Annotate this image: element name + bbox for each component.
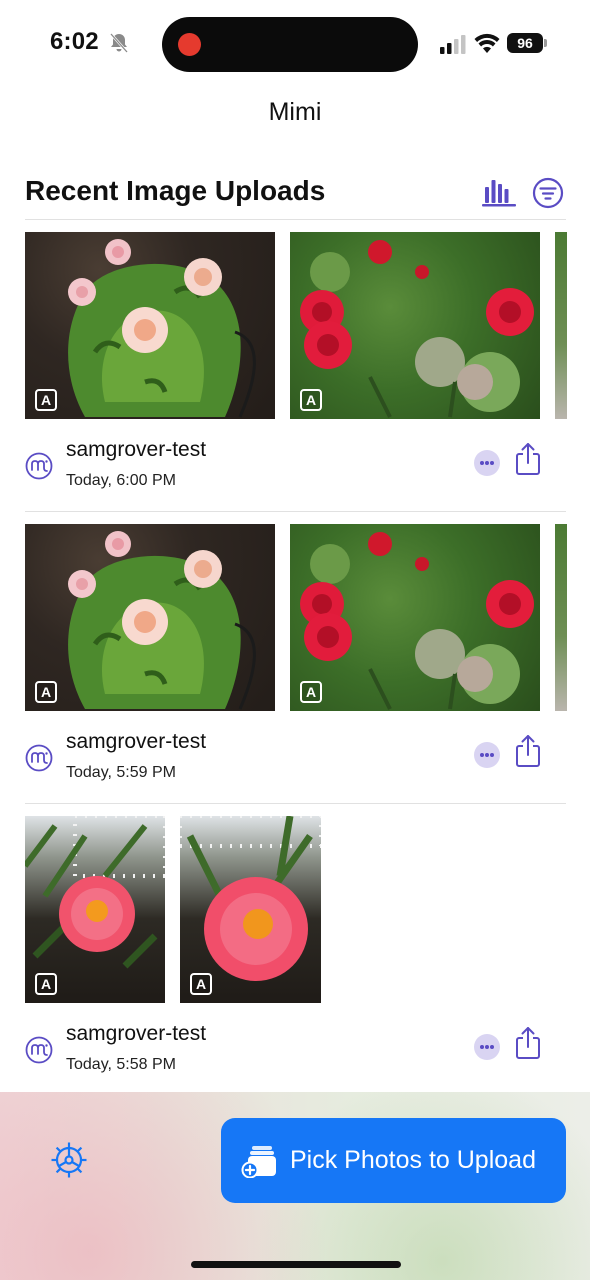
status-time: 6:02 [50, 28, 99, 55]
ai-badge-icon: A [35, 389, 57, 411]
upload-entry: samgrover-test Today, 5:59 PM [25, 730, 566, 810]
home-indicator[interactable] [191, 1261, 401, 1268]
upload-username: samgrover-test [66, 1022, 207, 1045]
wifi-icon [474, 33, 500, 53]
battery-level: 96 [507, 33, 543, 53]
mimi-logo-icon [25, 744, 53, 772]
photo-thumbnail-partial[interactable] [555, 524, 567, 711]
photo-strip[interactable]: A A [25, 816, 590, 1003]
upload-entry: samgrover-test Today, 6:00 PM [25, 438, 566, 518]
recording-indicator [178, 33, 201, 56]
cellular-signal-icon [440, 35, 466, 54]
section-title: Recent Image Uploads [25, 175, 326, 206]
gear-icon[interactable] [50, 1141, 88, 1179]
upload-date: Today, 5:59 PM [66, 764, 176, 781]
photo-thumbnail-peony[interactable]: A [25, 816, 165, 1003]
photo-thumbnail-roses-red[interactable]: A [290, 524, 540, 711]
bell-slash-icon [110, 33, 128, 53]
ai-badge-icon: A [35, 973, 57, 995]
more-options-button[interactable] [474, 742, 500, 768]
photo-strip[interactable]: A A [25, 232, 590, 419]
app-title: Mimi [268, 98, 322, 126]
mimi-logo-icon [25, 1036, 53, 1064]
upload-username: samgrover-test [66, 730, 207, 753]
photo-strip[interactable]: A A [25, 524, 590, 711]
ai-badge-icon: A [190, 973, 212, 995]
rose-bush-red-image [300, 240, 534, 418]
more-options-button[interactable] [474, 1034, 500, 1060]
upload-button-label: Pick Photos to Upload [290, 1146, 536, 1174]
ai-badge-icon: A [35, 681, 57, 703]
photo-thumbnail-partial[interactable] [555, 232, 567, 419]
ai-badge-icon: A [300, 681, 322, 703]
more-options-button[interactable] [474, 450, 500, 476]
share-icon[interactable] [515, 734, 541, 768]
divider [25, 803, 566, 804]
ai-badge-icon: A [300, 389, 322, 411]
photo-thumbnail-peony[interactable]: A [180, 816, 321, 1003]
share-icon[interactable] [515, 1026, 541, 1060]
dynamic-island [162, 17, 418, 72]
battery-indicator: 96 [507, 33, 547, 53]
photo-thumbnail-roses-pink[interactable]: A [25, 232, 275, 419]
photo-thumbnail-roses-pink[interactable]: A [25, 524, 275, 711]
upload-date: Today, 5:58 PM [66, 1056, 176, 1073]
divider [25, 511, 566, 512]
share-icon[interactable] [515, 442, 541, 476]
mimi-logo-icon [25, 452, 53, 480]
rose-bush-red-image [300, 532, 534, 710]
photo-stack-add-icon [241, 1146, 276, 1178]
divider [25, 219, 566, 220]
rose-bush-pink-image [68, 239, 256, 418]
bar-chart-icon[interactable] [482, 177, 516, 207]
upload-date: Today, 6:00 PM [66, 472, 176, 489]
photo-thumbnail-roses-red[interactable]: A [290, 232, 540, 419]
upload-username: samgrover-test [66, 438, 207, 461]
filter-icon[interactable] [532, 177, 564, 209]
upload-entry: samgrover-test Today, 5:58 PM [25, 1022, 566, 1102]
status-bar: 6:02 96 [0, 0, 590, 90]
rose-bush-pink-image [68, 531, 256, 710]
pick-photos-upload-button[interactable]: Pick Photos to Upload [221, 1118, 566, 1203]
